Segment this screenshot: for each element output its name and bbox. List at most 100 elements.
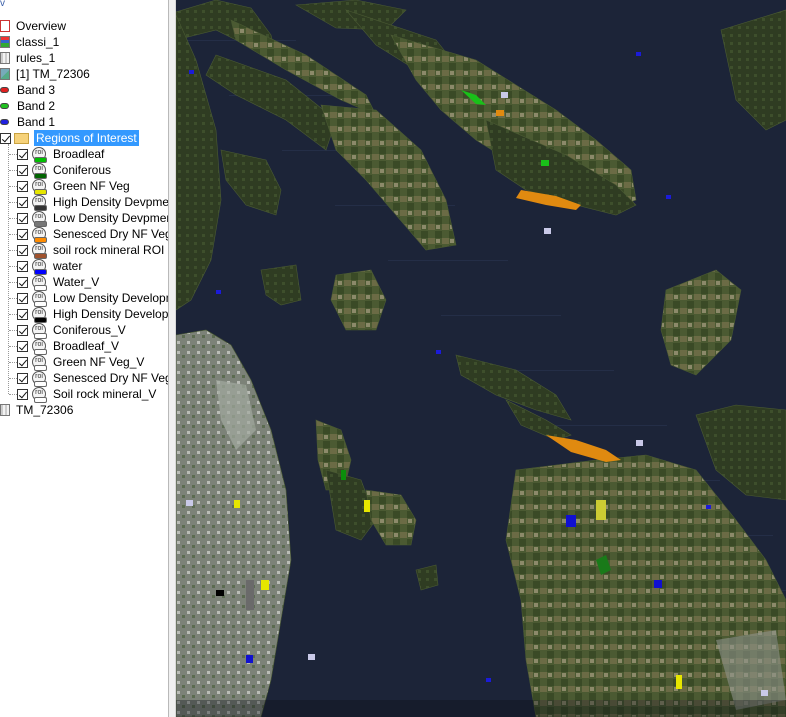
tree-connector-tick — [9, 282, 17, 283]
roi-water-marker — [436, 350, 441, 354]
roi-water-marker — [666, 195, 671, 199]
roi-icon: roi — [32, 307, 47, 323]
tree-item-label: [1] TM_72306 — [16, 67, 90, 81]
roi-validation-marker — [636, 440, 643, 446]
tree-connector-tick — [9, 330, 17, 331]
tree-item-label: Band 1 — [17, 115, 56, 129]
tree-roi-high-density-devpment[interactable]: roi High Density Devpment — [17, 194, 168, 211]
roi-checkbox[interactable] — [17, 164, 28, 176]
tree-item--1-tm-72306[interactable]: [1] TM_72306 — [0, 66, 92, 82]
tree-connector-tick — [9, 378, 17, 379]
tree-roi-water[interactable]: roi water — [17, 258, 84, 275]
tree-roi-green-nf-veg-v[interactable]: roi Green NF Veg_V — [17, 354, 146, 371]
roi-icon: roi — [32, 291, 47, 307]
tree-item-label: Low Density Devpment — [53, 211, 168, 225]
roi-checkbox[interactable] — [17, 260, 28, 272]
tree-item-label: Water_V — [53, 275, 100, 289]
tree-connector-tick — [9, 362, 17, 363]
roi-icon: roi — [32, 275, 47, 291]
tree-item-band-3[interactable]: Band 3 — [0, 82, 57, 98]
tree-roi-soil-rock-mineral-roi[interactable]: roi soil rock mineral ROI — [17, 242, 166, 259]
tree-roi-broadleaf[interactable]: roi Broadleaf — [17, 146, 106, 163]
folder-icon — [14, 132, 29, 144]
tree-roi-senesced-dry-nf-veg[interactable]: roi Senesced Dry NF Veg — [17, 226, 168, 243]
band-color-icon — [0, 119, 9, 125]
tree-roi-water-v[interactable]: roi Water_V — [17, 274, 101, 291]
tree-roi-coniferous[interactable]: roi Coniferous — [17, 162, 113, 179]
roi-checkbox[interactable] — [17, 228, 28, 240]
tree-connector-tick — [9, 154, 17, 155]
roi-checkbox[interactable] — [17, 356, 28, 368]
water-streak — [388, 260, 508, 261]
roi-checkbox[interactable] — [17, 244, 28, 256]
tree-roi-soil-rock-mineral-v[interactable]: roi Soil rock mineral_V — [17, 386, 158, 403]
roi-high-density-patch — [216, 590, 224, 596]
tree-item-rules-1[interactable]: rules_1 — [0, 50, 57, 66]
tree-item-tm-72306[interactable]: TM_72306 — [0, 402, 75, 418]
roi-icon: roi — [32, 355, 47, 371]
roi-checkbox[interactable] — [17, 196, 28, 208]
tree-item-label: water — [53, 259, 83, 273]
roi-icon: roi — [32, 323, 47, 339]
tree-roi-senesced-dry-nf-veg-v[interactable]: roi Senesced Dry NF Veg_V — [17, 370, 168, 387]
tree-item-label: Low Density Developme — [53, 291, 168, 305]
roi-validation-marker — [186, 500, 193, 506]
roi-checkbox[interactable] — [17, 276, 28, 288]
roi-icon: roi — [32, 227, 47, 243]
roi-coniferous-patch — [341, 470, 346, 480]
tree-connector-tick — [9, 298, 17, 299]
roi-low-density-patch — [246, 580, 254, 610]
roi-green-nf-east — [676, 675, 682, 689]
tree-folder-regions-of-interest[interactable]: Regions of Interest — [0, 130, 139, 146]
grid-file-icon — [0, 404, 10, 416]
roi-broadleaf-patch — [541, 160, 549, 166]
scene-bottom-edge — [176, 700, 786, 717]
roi-water-lake-a — [566, 515, 576, 527]
tree-connector-tick — [9, 250, 17, 251]
water-streak — [441, 315, 561, 316]
roi-senesced-patch — [496, 110, 504, 116]
roi-green-nf-sidney — [364, 500, 370, 512]
roi-water-marker — [706, 505, 711, 509]
roi-validation-marker — [761, 690, 768, 696]
roi-checkbox[interactable] — [17, 340, 28, 352]
folder-checkbox[interactable] — [0, 132, 11, 144]
roi-validation-marker — [544, 228, 551, 234]
roi-green-nf-san-juan — [596, 500, 606, 520]
tree-item-label: Senesced Dry NF Veg_V — [53, 371, 168, 385]
roi-checkbox[interactable] — [17, 388, 28, 400]
tree-roi-green-nf-veg[interactable]: roi Green NF Veg — [17, 178, 132, 195]
tree-item-overview[interactable]: Overview — [0, 18, 68, 34]
tree-connector-tick — [9, 266, 17, 267]
tree-roi-high-density-developme[interactable]: roi High Density Developme — [17, 306, 168, 323]
panel-splitter[interactable] — [168, 0, 176, 717]
image-viewport[interactable] — [176, 0, 786, 717]
tree-item-band-1[interactable]: Band 1 — [0, 114, 57, 130]
tree-roi-broadleaf-v[interactable]: roi Broadleaf_V — [17, 338, 121, 355]
roi-icon: roi — [32, 163, 47, 179]
band-color-icon — [0, 87, 9, 93]
roi-icon: roi — [32, 371, 47, 387]
tree-connector-line — [8, 144, 9, 394]
roi-checkbox[interactable] — [17, 324, 28, 336]
tree-item-band-2[interactable]: Band 2 — [0, 98, 57, 114]
roi-checkbox[interactable] — [17, 212, 28, 224]
roi-checkbox[interactable] — [17, 180, 28, 192]
roi-water-lake-c — [246, 655, 253, 663]
roi-checkbox[interactable] — [17, 308, 28, 320]
roi-checkbox[interactable] — [17, 372, 28, 384]
tree-roi-coniferous-v[interactable]: roi Coniferous_V — [17, 322, 128, 339]
tree-roi-low-density-developme[interactable]: roi Low Density Developme — [17, 290, 168, 307]
roi-icon: roi — [32, 387, 47, 403]
roi-icon: roi — [32, 259, 47, 275]
tree-item-label: Senesced Dry NF Veg — [53, 227, 168, 241]
roi-checkbox[interactable] — [17, 292, 28, 304]
tree-roi-low-density-devpment[interactable]: roi Low Density Devpment — [17, 210, 168, 227]
roi-icon: roi — [32, 339, 47, 355]
tree-connector-tick — [9, 314, 17, 315]
tree-item-label: classi_1 — [16, 35, 60, 49]
tree-connector-tick — [9, 234, 17, 235]
roi-checkbox[interactable] — [17, 148, 28, 160]
band-color-icon — [0, 103, 9, 109]
tree-item-classi-1[interactable]: classi_1 — [0, 34, 61, 50]
